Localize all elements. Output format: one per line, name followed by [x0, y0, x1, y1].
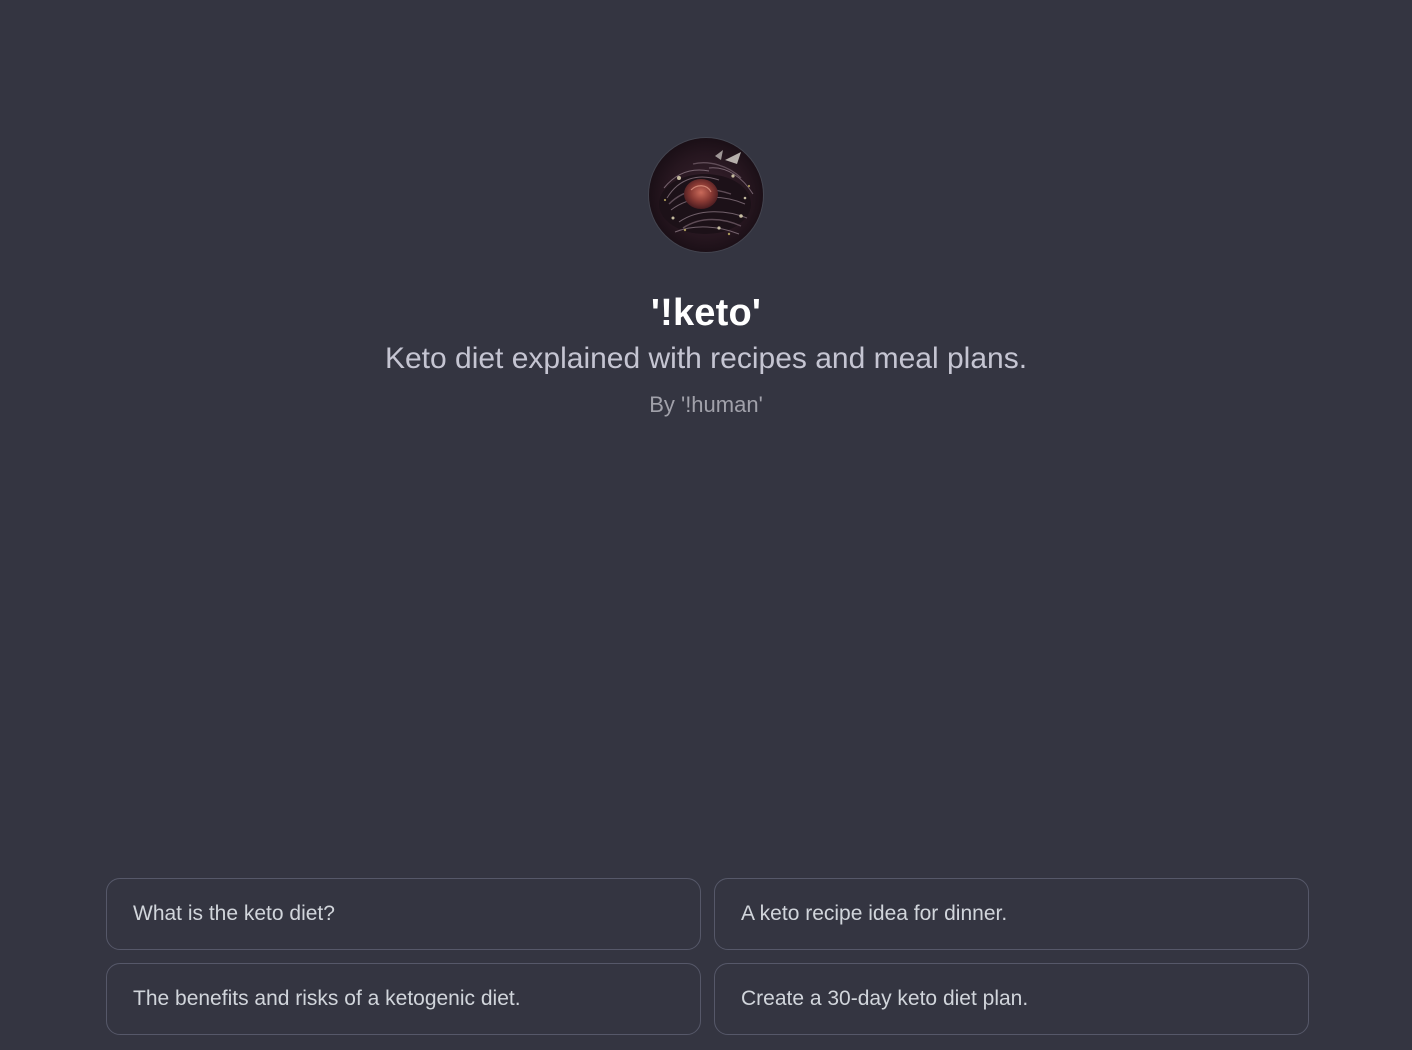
- conversation-starters: What is the keto diet? A keto recipe ide…: [106, 878, 1309, 1035]
- starter-keto-recipe-dinner[interactable]: A keto recipe idea for dinner.: [714, 878, 1309, 950]
- starter-benefits-risks[interactable]: The benefits and risks of a ketogenic di…: [106, 963, 701, 1035]
- gpt-description: Keto diet explained with recipes and mea…: [384, 342, 1028, 375]
- gpt-author: By '!human': [649, 392, 763, 417]
- keto-dish-photo-icon: [649, 138, 763, 252]
- gpt-title: '!keto': [650, 292, 762, 334]
- starter-what-is-keto[interactable]: What is the keto diet?: [106, 878, 701, 950]
- starter-label: A keto recipe idea for dinner.: [741, 902, 1008, 925]
- starter-label: Create a 30-day keto diet plan.: [741, 987, 1029, 1010]
- starter-label: What is the keto diet?: [133, 902, 335, 925]
- gpt-header: '!keto' Keto diet explained with recipes…: [0, 0, 1412, 419]
- starter-label: The benefits and risks of a ketogenic di…: [133, 987, 521, 1010]
- starter-30-day-plan[interactable]: Create a 30-day keto diet plan.: [714, 963, 1309, 1035]
- gpt-avatar: [648, 137, 764, 253]
